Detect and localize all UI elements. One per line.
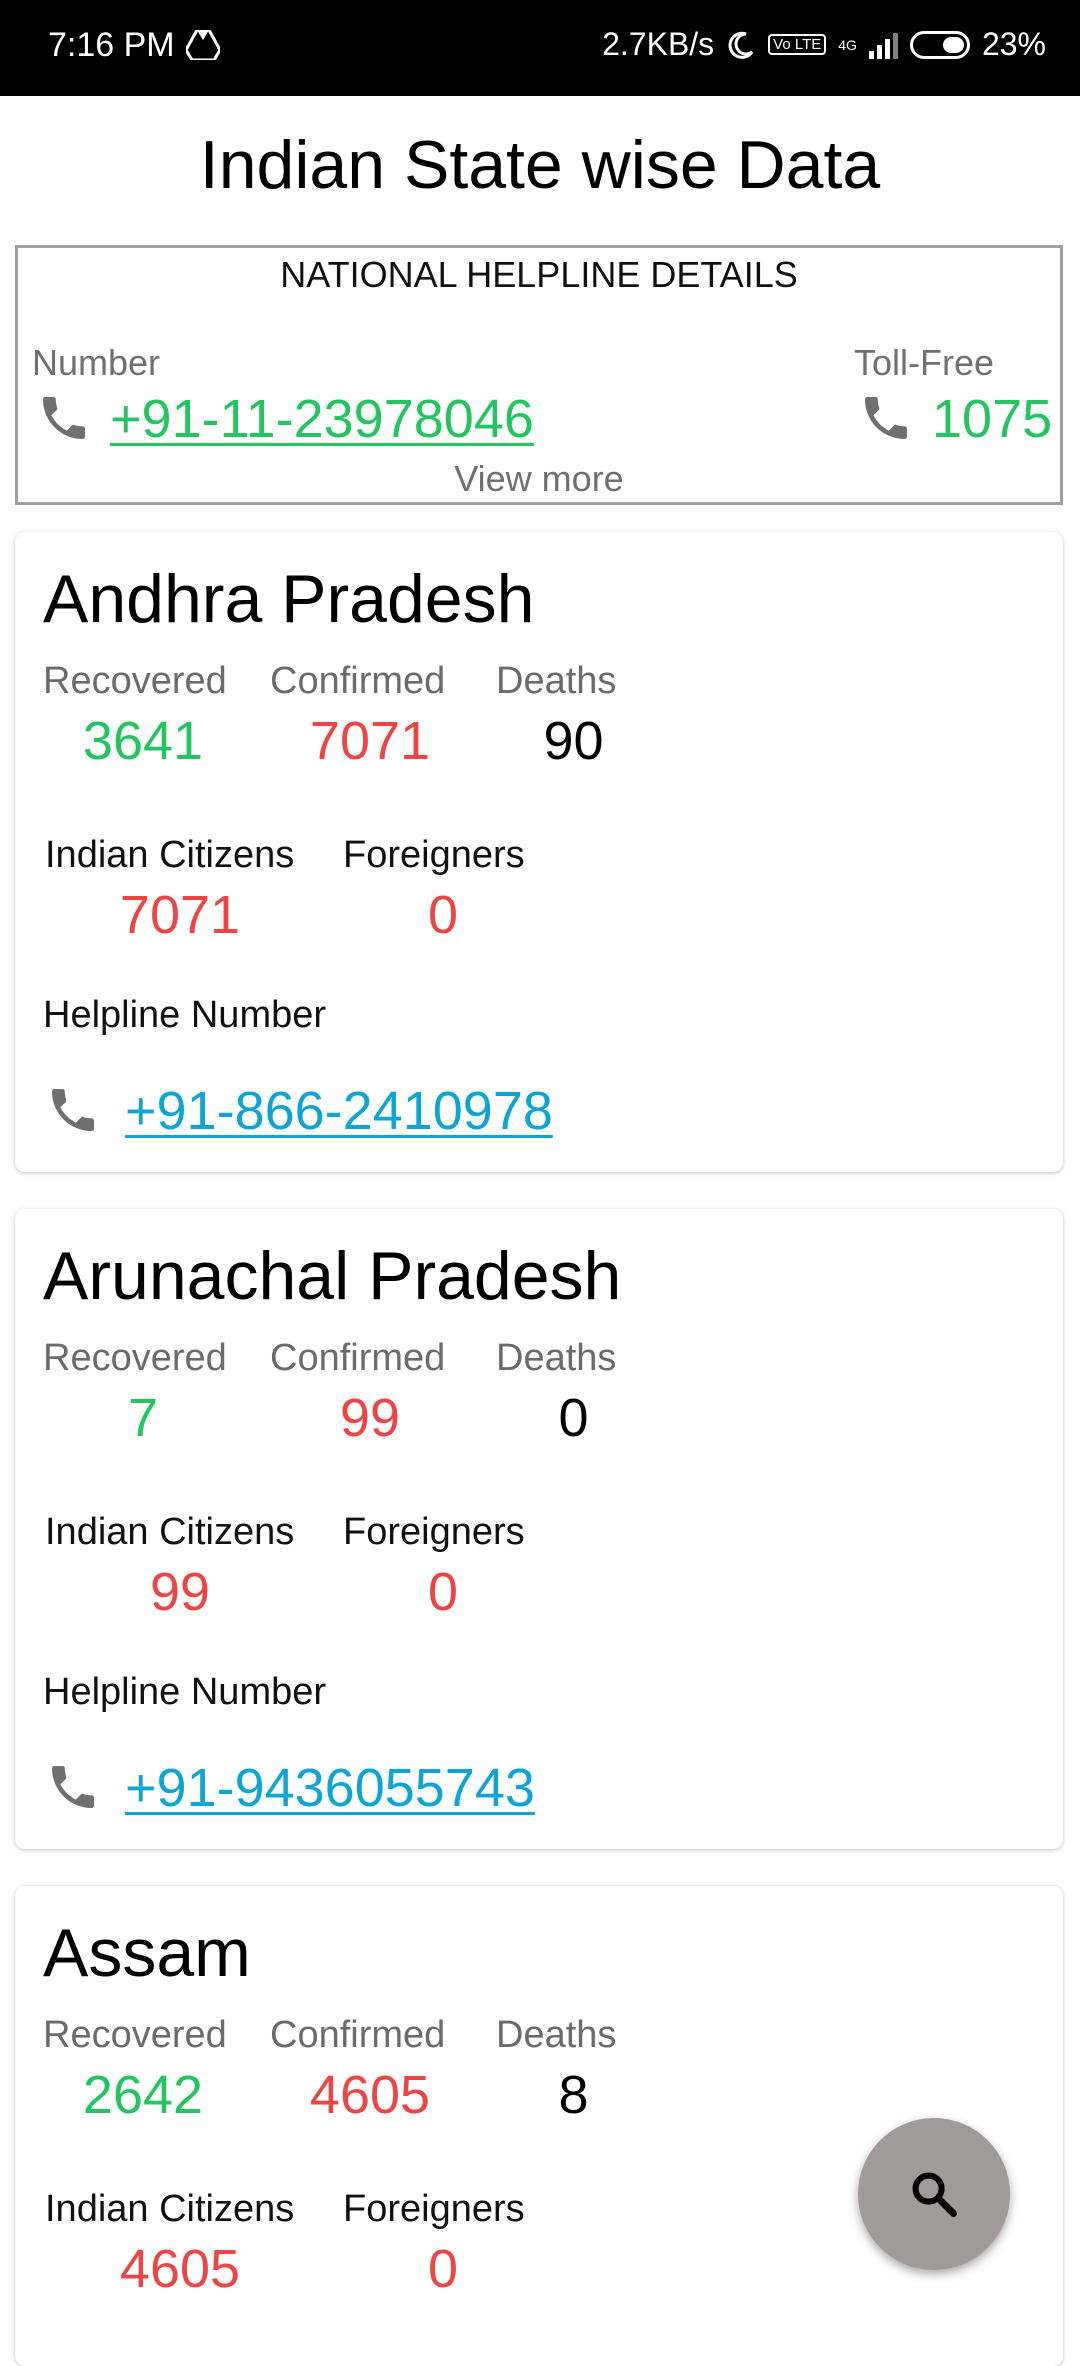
view-more-link[interactable]: View more (18, 458, 1060, 500)
foreigners-value: 0 (427, 885, 459, 945)
confirmed-value: 4605 (309, 2065, 431, 2125)
national-helpline-box: NATIONAL HELPLINE DETAILS Number +91-11-… (15, 245, 1063, 505)
recovered-label: Recovered (43, 660, 227, 702)
state-card: Andhra Pradesh Recovered Confirmed Death… (15, 532, 1063, 1172)
phone-icon (52, 1766, 94, 1808)
indian-citizens-label: Indian Citizens (45, 2188, 295, 2230)
volte-icon: Vo LTE (768, 34, 827, 55)
network-speed: 2.7KB/s (602, 26, 715, 62)
drive-icon (186, 30, 220, 60)
recovered-value: 3641 (82, 711, 204, 771)
indian-citizens-value: 99 (149, 1562, 211, 1622)
status-bar: 7:16 PM 2.7KB/s Vo LTE 4G 23% (0, 0, 1080, 96)
recovered-value: 2642 (82, 2065, 204, 2125)
deaths-label: Deaths (496, 2014, 617, 2056)
status-right: 2.7KB/s Vo LTE 4G 23% (602, 26, 1046, 63)
tollfree-label: Toll-Free (854, 342, 995, 383)
foreigners-label: Foreigners (343, 2188, 525, 2230)
state-name: Assam (43, 1915, 251, 1991)
search-icon (912, 2172, 957, 2217)
moon-icon (728, 31, 754, 59)
foreigners-label: Foreigners (343, 834, 525, 876)
indian-citizens-value: 7071 (119, 885, 241, 945)
state-helpline-link[interactable]: +91-866-2410978 (125, 1080, 553, 1142)
battery-percent: 23% (981, 26, 1046, 62)
state-name: Arunachal Pradesh (43, 1238, 622, 1314)
indian-citizens-value: 4605 (119, 2239, 241, 2299)
battery-icon (909, 30, 970, 59)
deaths-label: Deaths (496, 1337, 617, 1379)
deaths-value: 8 (558, 2065, 589, 2125)
phone-icon (865, 397, 907, 439)
status-time: 7:16 PM (48, 26, 175, 64)
helpline-label: Helpline Number (43, 1671, 327, 1713)
helpline-label: Helpline Number (43, 994, 327, 1036)
phone-icon (43, 397, 85, 439)
helpline-heading: NATIONAL HELPLINE DETAILS (280, 254, 798, 295)
foreigners-label: Foreigners (343, 1511, 525, 1553)
national-number-link[interactable]: +91-11-23978046 (110, 388, 534, 450)
number-label: Number (32, 342, 161, 383)
network-type: 4G (838, 36, 857, 53)
confirmed-value: 99 (339, 1388, 401, 1448)
search-fab-button[interactable] (858, 2118, 1010, 2270)
recovered-label: Recovered (43, 1337, 227, 1379)
phone-icon (52, 1089, 94, 1131)
foreigners-value: 0 (427, 2239, 459, 2299)
signal-icon (868, 31, 898, 59)
confirmed-value: 7071 (309, 711, 431, 771)
foreigners-value: 0 (427, 1562, 459, 1622)
deaths-label: Deaths (496, 660, 617, 702)
confirmed-label: Confirmed (270, 1337, 446, 1379)
confirmed-label: Confirmed (270, 2014, 446, 2056)
deaths-value: 90 (543, 711, 604, 771)
confirmed-label: Confirmed (270, 660, 446, 702)
indian-citizens-label: Indian Citizens (45, 834, 295, 876)
state-name: Andhra Pradesh (43, 561, 535, 637)
recovered-label: Recovered (43, 2014, 227, 2056)
deaths-value: 0 (558, 1388, 589, 1448)
tollfree-number[interactable]: 1075 (932, 388, 1052, 450)
indian-citizens-label: Indian Citizens (45, 1511, 295, 1553)
state-card: Arunachal Pradesh Recovered Confirmed De… (15, 1209, 1063, 1849)
page-title: Indian State wise Data (199, 127, 881, 203)
state-helpline-link[interactable]: +91-9436055743 (125, 1757, 535, 1819)
recovered-value: 7 (127, 1388, 159, 1448)
